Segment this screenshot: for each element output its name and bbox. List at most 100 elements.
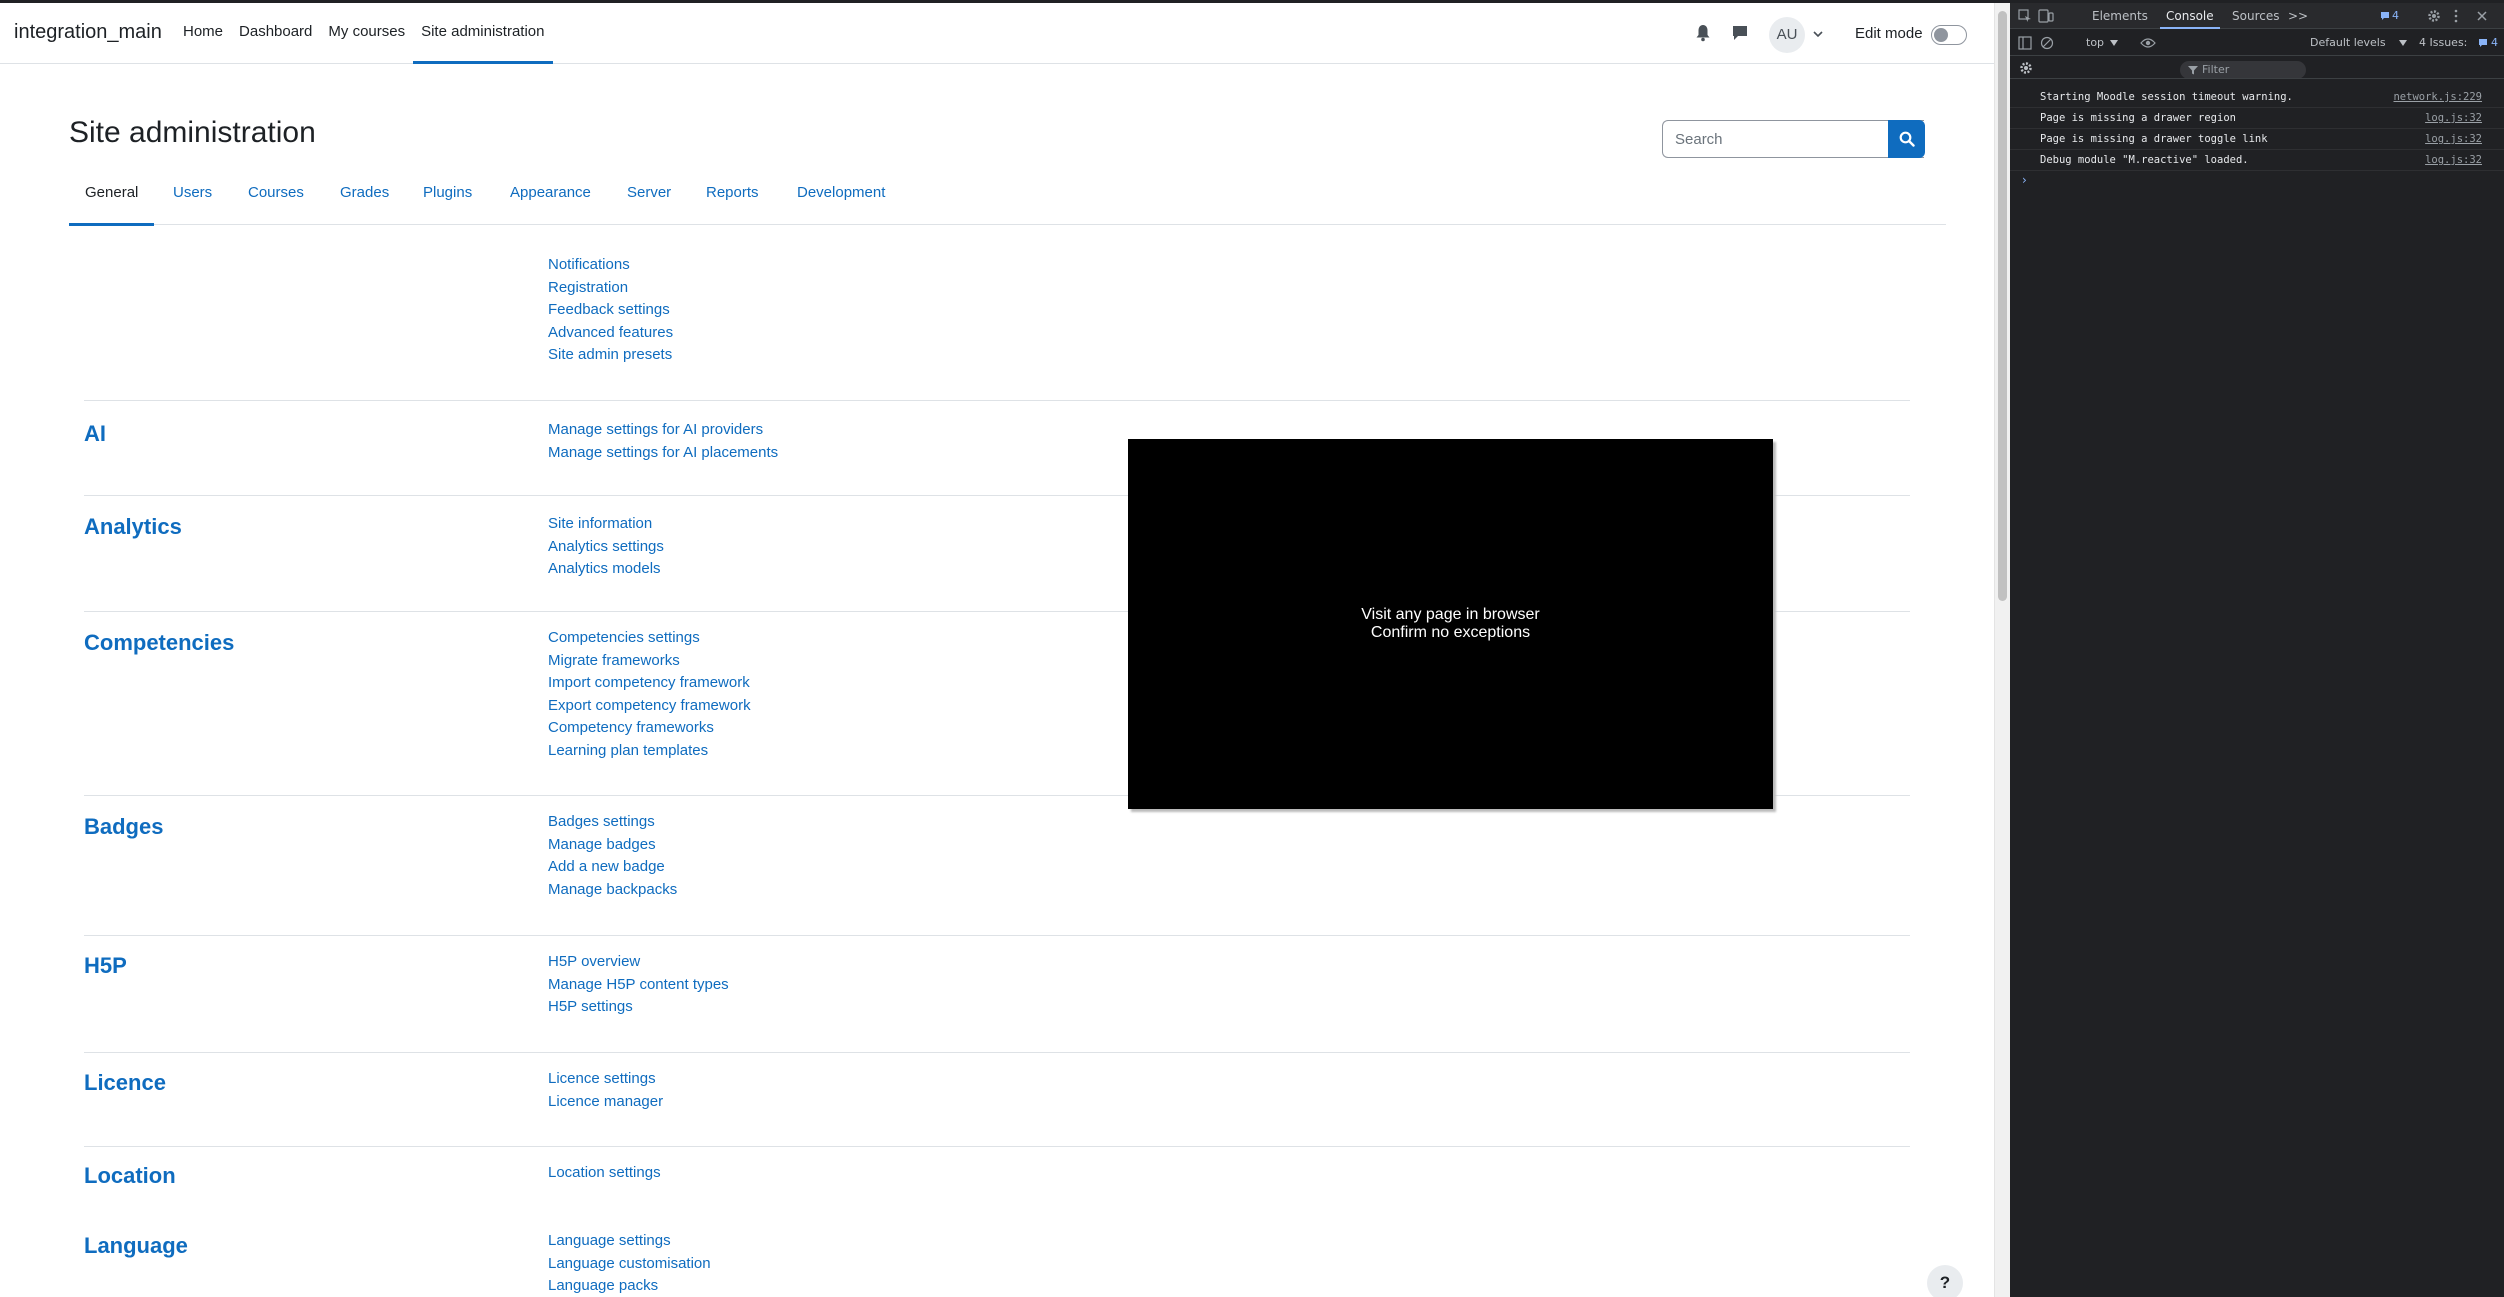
bell-icon[interactable] <box>1695 24 1711 42</box>
chevron-down-icon[interactable] <box>1811 27 1825 41</box>
link-analytics-models[interactable]: Analytics models <box>548 558 664 581</box>
tab-server[interactable]: Server <box>611 171 687 225</box>
tab-development[interactable]: Development <box>781 171 901 225</box>
live-expression-eye-icon[interactable] <box>2140 37 2156 49</box>
tab-plugins[interactable]: Plugins <box>407 171 488 225</box>
link-export-competency-framework[interactable]: Export competency framework <box>548 695 751 718</box>
link-badges-settings[interactable]: Badges settings <box>548 811 677 834</box>
messages-icon[interactable] <box>1731 24 1749 42</box>
console-source-link[interactable]: network.js:229 <box>2393 91 2482 103</box>
section-language: Language Language settings Language cust… <box>84 1217 1910 1297</box>
link-ai-placements[interactable]: Manage settings for AI placements <box>548 442 778 465</box>
section-title[interactable]: Licence <box>84 1070 166 1096</box>
edit-mode-toggle[interactable] <box>1931 25 1967 45</box>
nav-my-courses[interactable]: My courses <box>320 3 413 64</box>
section-title[interactable]: Language <box>84 1233 188 1259</box>
section-links: H5P overview Manage H5P content types H5… <box>548 951 729 1019</box>
console-message: Debug module "M.reactive" loaded. log.js… <box>2010 150 2504 171</box>
console-settings-gear-icon[interactable] <box>2019 61 2033 75</box>
section-links: Manage settings for AI providers Manage … <box>548 419 778 464</box>
section-links: Site information Analytics settings Anal… <box>548 513 664 581</box>
admin-search-button[interactable] <box>1888 120 1925 158</box>
caret-down-icon[interactable] <box>2110 40 2118 46</box>
inspect-element-icon[interactable] <box>2018 9 2032 23</box>
link-language-packs[interactable]: Language packs <box>548 1275 711 1297</box>
nav-dashboard[interactable]: Dashboard <box>231 3 320 64</box>
messages-count-badge[interactable]: 4 <box>2392 9 2399 22</box>
issues-label[interactable]: 4 Issues: <box>2419 36 2467 49</box>
link-add-new-badge[interactable]: Add a new badge <box>548 856 677 879</box>
console-message-text: Starting Moodle session timeout warning. <box>2040 91 2293 103</box>
nav-site-administration[interactable]: Site administration <box>413 3 553 64</box>
link-manage-h5p-content-types[interactable]: Manage H5P content types <box>548 974 729 997</box>
link-manage-badges[interactable]: Manage badges <box>548 834 677 857</box>
sidebar-toggle-icon[interactable] <box>2018 36 2032 50</box>
tab-users[interactable]: Users <box>157 171 228 225</box>
site-brand[interactable]: integration_main <box>14 21 162 44</box>
link-h5p-overview[interactable]: H5P overview <box>548 951 729 974</box>
section-licence: Licence Licence settings Licence manager <box>84 1052 1910 1146</box>
section-title[interactable]: Location <box>84 1163 176 1189</box>
link-site-admin-presets[interactable]: Site admin presets <box>548 344 673 367</box>
help-button[interactable]: ? <box>1927 1265 1963 1297</box>
console-source-link[interactable]: log.js:32 <box>2425 112 2482 124</box>
link-competencies-settings[interactable]: Competencies settings <box>548 627 751 650</box>
issues-icon[interactable] <box>2478 38 2488 48</box>
link-migrate-frameworks[interactable]: Migrate frameworks <box>548 650 751 673</box>
nav-home[interactable]: Home <box>175 3 231 64</box>
link-analytics-settings[interactable]: Analytics settings <box>548 536 664 559</box>
section-title[interactable]: Competencies <box>84 630 234 656</box>
settings-gear-icon[interactable] <box>2427 9 2441 23</box>
tab-reports[interactable]: Reports <box>690 171 775 225</box>
issues-count[interactable]: 4 <box>2491 36 2498 49</box>
overlay-line-1: Visit any page in browser <box>1361 606 1540 623</box>
link-feedback-settings[interactable]: Feedback settings <box>548 299 673 322</box>
close-icon[interactable] <box>2476 10 2488 22</box>
link-registration[interactable]: Registration <box>548 277 673 300</box>
console-prompt[interactable]: › <box>2022 173 2027 187</box>
link-ai-providers[interactable]: Manage settings for AI providers <box>548 419 778 442</box>
console-messages: Starting Moodle session timeout warning.… <box>2010 87 2504 171</box>
link-language-customisation[interactable]: Language customisation <box>548 1253 711 1276</box>
context-selector[interactable]: top <box>2086 36 2104 49</box>
link-h5p-settings[interactable]: H5P settings <box>548 996 729 1019</box>
console-source-link[interactable]: log.js:32 <box>2425 154 2482 166</box>
section-title[interactable]: H5P <box>84 953 127 979</box>
link-learning-plan-templates[interactable]: Learning plan templates <box>548 740 751 763</box>
link-notifications[interactable]: Notifications <box>548 254 673 277</box>
devtools-tab-console[interactable]: Console <box>2160 3 2220 29</box>
user-avatar[interactable]: AU <box>1769 17 1805 53</box>
section-title[interactable]: AI <box>84 421 106 447</box>
levels-caret-down-icon[interactable] <box>2399 40 2407 46</box>
link-manage-backpacks[interactable]: Manage backpacks <box>548 879 677 902</box>
link-competency-frameworks[interactable]: Competency frameworks <box>548 717 751 740</box>
tab-courses[interactable]: Courses <box>232 171 320 225</box>
link-language-settings[interactable]: Language settings <box>548 1230 711 1253</box>
devtools-more-tabs[interactable]: >> <box>2288 3 2308 29</box>
page-scrollbar[interactable] <box>1994 3 2010 1297</box>
tab-appearance[interactable]: Appearance <box>494 171 607 225</box>
clear-console-icon[interactable] <box>2040 36 2054 50</box>
section-links: Licence settings Licence manager <box>548 1068 663 1113</box>
console-source-link[interactable]: log.js:32 <box>2425 133 2482 145</box>
page-title: Site administration <box>69 116 316 149</box>
devtools-tab-elements[interactable]: Elements <box>2092 3 2148 29</box>
message-icon[interactable] <box>2380 11 2390 21</box>
link-site-information[interactable]: Site information <box>548 513 664 536</box>
link-location-settings[interactable]: Location settings <box>548 1162 661 1185</box>
tab-grades[interactable]: Grades <box>324 171 405 225</box>
link-import-competency-framework[interactable]: Import competency framework <box>548 672 751 695</box>
section-title[interactable]: Badges <box>84 814 163 840</box>
link-advanced-features[interactable]: Advanced features <box>548 322 673 345</box>
kebab-menu-icon[interactable] <box>2453 9 2459 23</box>
tab-general[interactable]: General <box>69 171 155 226</box>
section-title[interactable]: Analytics <box>84 514 182 540</box>
log-levels-selector[interactable]: Default levels <box>2310 36 2386 49</box>
admin-search-input[interactable] <box>1662 120 1924 158</box>
link-licence-settings[interactable]: Licence settings <box>548 1068 663 1091</box>
admin-category-tabs: General Users Courses Grades Plugins App… <box>69 171 1946 226</box>
page-scrollbar-thumb[interactable] <box>1998 11 2007 601</box>
device-toolbar-icon[interactable] <box>2038 9 2054 23</box>
devtools-tab-sources[interactable]: Sources <box>2232 3 2279 29</box>
link-licence-manager[interactable]: Licence manager <box>548 1091 663 1114</box>
